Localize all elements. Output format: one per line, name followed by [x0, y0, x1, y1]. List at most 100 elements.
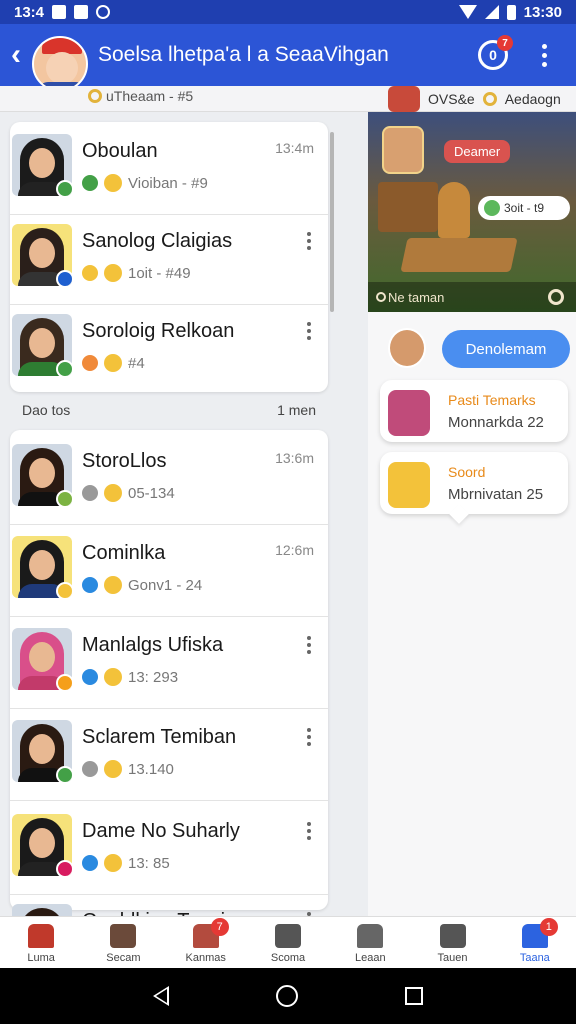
my-message-bubble[interactable]: Denolemam	[442, 330, 570, 368]
contact-name: StoroLlos	[82, 450, 167, 472]
emoji-icon	[104, 576, 122, 594]
chat-list-item[interactable]: Dame No Suharly 13: 85	[0, 804, 328, 894]
back-button[interactable]: ‹	[0, 24, 32, 86]
profile-avatar[interactable]	[32, 36, 88, 92]
chat-list-item[interactable]: Manlalgs Ufiska 13: 293	[0, 618, 328, 708]
chat-preview: Vioiban - #9	[82, 174, 208, 192]
emoji-icon	[104, 354, 122, 372]
sub-header-text: uTheaam - #5	[106, 88, 194, 104]
game-hut	[378, 182, 438, 232]
bottom-tab[interactable]: Leaan	[329, 917, 411, 968]
status-icon	[82, 855, 98, 871]
emoji-icon	[104, 264, 122, 282]
dot-icon	[307, 239, 311, 243]
notifications-button[interactable]: 0 7	[478, 35, 513, 70]
bottom-tab[interactable]: 7 Kanmas	[165, 917, 247, 968]
sub-header-right-text: OVS&e	[428, 91, 475, 107]
message-card[interactable]: Pasti Temarks Monnarkda 22	[380, 380, 568, 442]
game-status-bar: Ne taman	[368, 282, 576, 312]
app-notification-icon	[74, 5, 89, 19]
chat-list-item[interactable]: Genblkiee Tenpiam	[0, 894, 328, 916]
bottom-tab[interactable]: Luma	[0, 917, 82, 968]
section-right-label[interactable]: 1 men	[277, 402, 316, 418]
status-icon	[82, 669, 98, 685]
status-icon	[82, 355, 98, 371]
item-menu-button[interactable]	[306, 232, 312, 250]
nav-recents-icon[interactable]	[404, 987, 423, 1005]
chat-list-item[interactable]: StoroLlos 05-134 13:6m	[0, 434, 328, 524]
avatar-face	[29, 458, 55, 488]
contact-avatar	[12, 224, 72, 286]
notification-icon	[52, 5, 67, 19]
game-status-text: Ne taman	[388, 289, 445, 305]
chat-preview: Gonv1 - 24	[82, 576, 202, 594]
bottom-tab[interactable]: Secam	[82, 917, 164, 968]
message-title: Soord	[448, 464, 486, 480]
ring-icon	[88, 89, 102, 103]
item-menu-button[interactable]	[306, 728, 312, 746]
game-preview[interactable]: Deamer 3oit - t9 Ne taman	[368, 112, 576, 312]
status-badge	[56, 582, 72, 598]
chat-list-item[interactable]: Sanolog Claigias 1oit - #49	[0, 214, 328, 304]
app-bar: ‹ Soelsa lhetpa'a l a SeaaVihgan 0 7	[0, 24, 576, 92]
avatar-face	[29, 238, 55, 268]
sub-header-right[interactable]: OVS&e Aedaogn	[388, 86, 561, 112]
tab-label: Scoma	[270, 952, 306, 964]
bottom-tab[interactable]: 1 Taana	[494, 917, 576, 968]
bottom-tab-bar: Luma Secam 7 Kanmas Scoma Leaan Tauen 1 …	[0, 916, 576, 968]
dot-icon	[307, 836, 311, 840]
contact-name: Oboulan	[82, 140, 158, 162]
dot-icon	[307, 643, 311, 647]
nav-home-icon[interactable]	[275, 985, 298, 1007]
chat-list-item[interactable]: Soroloig Relkoan #4	[0, 304, 328, 394]
message-card[interactable]: Soord Mbrnivatan 25	[380, 452, 568, 524]
contact-name: Dame No Suharly	[82, 820, 240, 842]
status-bar: 13:4 13:30	[0, 0, 576, 24]
chat-time: 12:6m	[275, 542, 314, 558]
avatar-hair	[20, 908, 64, 916]
status-badge	[56, 270, 72, 286]
battery-icon	[506, 4, 516, 20]
dot-icon	[307, 650, 311, 654]
status-badge	[56, 766, 72, 782]
bottom-tab[interactable]: Scoma	[247, 917, 329, 968]
chat-preview: #4	[82, 354, 145, 372]
emoji-icon	[104, 174, 122, 192]
contact-name: Soroloig Relkoan	[82, 320, 235, 342]
chat-list-item[interactable]: Oboulan Vioiban - #9 13:4m	[0, 124, 328, 214]
tab-icon: 7	[192, 918, 229, 948]
item-menu-button[interactable]	[306, 636, 312, 654]
game-pill[interactable]: Deamer	[444, 140, 511, 163]
avatar-face	[29, 550, 55, 580]
status-time: 13:4	[14, 3, 45, 21]
chat-list-item[interactable]: Cominlka Gonv1 - 24 12:6m	[0, 526, 328, 616]
chat-preview: 1oit - #49	[82, 264, 191, 282]
contact-avatar	[12, 134, 72, 196]
bottom-tab[interactable]: Tauen	[411, 917, 493, 968]
bubble-tail	[449, 504, 469, 524]
tab-icon	[439, 924, 466, 948]
tab-icon	[110, 924, 137, 948]
message-subtitle: Mbrnivatan 25	[448, 486, 544, 503]
item-menu-button[interactable]	[306, 322, 312, 340]
chat-list-scrollbar[interactable]	[330, 132, 334, 312]
sub-header-right-text-2: Aedaogn	[504, 91, 561, 107]
item-menu-button[interactable]	[306, 822, 312, 840]
dot-icon	[307, 636, 311, 640]
tab-badge: 1	[539, 918, 558, 936]
overflow-menu-button[interactable]	[534, 43, 554, 67]
contact-name: Cominlka	[82, 542, 166, 564]
chat-preview-text: #4	[128, 354, 145, 372]
tab-label: Kanmas	[185, 952, 226, 964]
chat-list-item[interactable]: Sclarem Temiban 13.140	[0, 710, 328, 800]
contact-avatar	[12, 814, 72, 876]
message-subtitle: Monnarkda 22	[448, 414, 544, 431]
conversation-panel: Deamer 3oit - t9 Ne taman Denolemam Past…	[368, 112, 576, 916]
avatar-face	[29, 734, 55, 764]
gear-icon[interactable]	[548, 289, 564, 305]
nav-back-icon[interactable]	[153, 986, 170, 1006]
dot-icon	[307, 822, 311, 826]
dot-icon	[307, 232, 311, 236]
contact-avatar	[12, 536, 72, 598]
tab-badge: 7	[210, 918, 229, 936]
